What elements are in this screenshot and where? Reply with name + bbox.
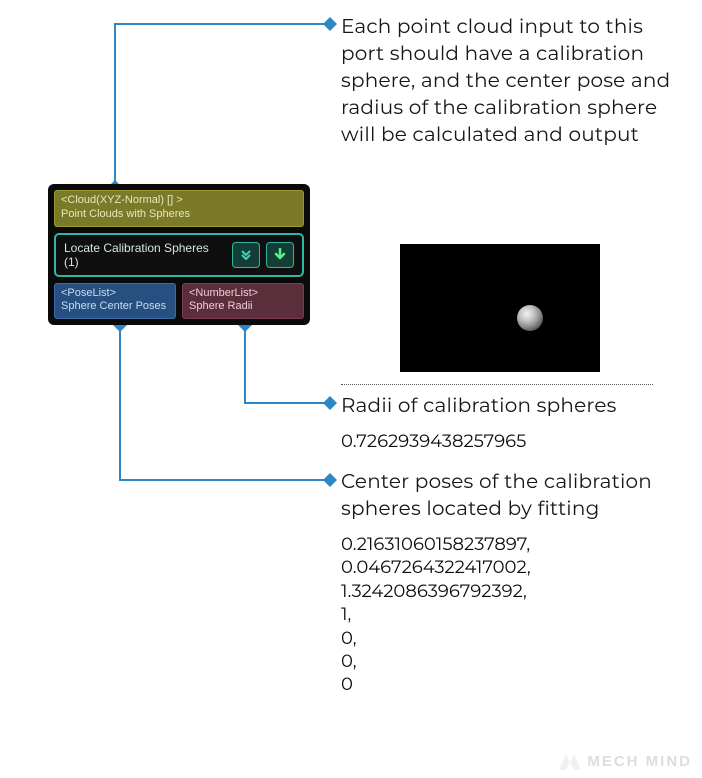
diamond-input-caption <box>323 17 337 31</box>
pose-value: 0 <box>341 673 681 696</box>
pose-value: 0.21631060158237897, <box>341 533 681 556</box>
watermark-logo-icon <box>559 754 581 770</box>
watermark: MECH MIND <box>559 753 692 770</box>
input-port-type: <Cloud(XYZ-Normal) [] > <box>61 194 297 208</box>
wire-input <box>115 24 330 186</box>
annotation-radii-value: 0.7262939438257965 <box>341 430 681 453</box>
diamond-poses-caption <box>323 473 337 487</box>
pose-value: 1, <box>341 603 681 626</box>
output-ports: <PoseList> Sphere Center Poses <NumberLi… <box>54 283 304 320</box>
output-port-type: <PoseList> <box>61 287 169 301</box>
annotation-poses-values: 0.21631060158237897, 0.0467264322417002,… <box>341 533 681 697</box>
wire-poses <box>120 323 330 480</box>
annotation-radii-label: Radii of calibration spheres <box>341 393 681 420</box>
annotation-poses-label: Center poses of the calibration spheres … <box>341 469 681 523</box>
download-arrow-icon <box>274 248 286 262</box>
annotation-input: Each point cloud input to this port shou… <box>341 14 671 149</box>
sphere-icon <box>517 305 543 331</box>
pose-value: 0.0467264322417002, <box>341 556 681 579</box>
pose-value: 0, <box>341 627 681 650</box>
divider <box>341 384 653 385</box>
download-button[interactable] <box>266 242 294 268</box>
annotation-poses: Center poses of the calibration spheres … <box>341 469 681 697</box>
watermark-text: MECH MIND <box>587 753 692 770</box>
diamond-radii-caption <box>323 396 337 410</box>
step-node-locate-calibration-spheres[interactable]: <Cloud(XYZ-Normal) [] > Point Clouds wit… <box>48 184 310 325</box>
input-port-point-clouds[interactable]: <Cloud(XYZ-Normal) [] > Point Clouds wit… <box>54 190 304 227</box>
node-title-row: Locate Calibration Spheres (1) <box>54 233 304 277</box>
input-port-name: Point Clouds with Spheres <box>61 208 297 222</box>
output-port-sphere-radii[interactable]: <NumberList> Sphere Radii <box>182 283 304 320</box>
output-port-name: Sphere Center Poses <box>61 300 169 314</box>
chevron-double-down-icon <box>239 248 253 262</box>
expand-button[interactable] <box>232 242 260 268</box>
output-port-name: Sphere Radii <box>189 300 297 314</box>
preview-render <box>400 244 600 372</box>
output-port-sphere-center-poses[interactable]: <PoseList> Sphere Center Poses <box>54 283 176 320</box>
output-port-type: <NumberList> <box>189 287 297 301</box>
pose-value: 1.3242086396792392, <box>341 580 681 603</box>
pose-value: 0, <box>341 650 681 673</box>
wire-radii <box>245 323 330 403</box>
annotation-radii: Radii of calibration spheres 0.726293943… <box>341 393 681 453</box>
node-title: Locate Calibration Spheres (1) <box>64 241 226 269</box>
